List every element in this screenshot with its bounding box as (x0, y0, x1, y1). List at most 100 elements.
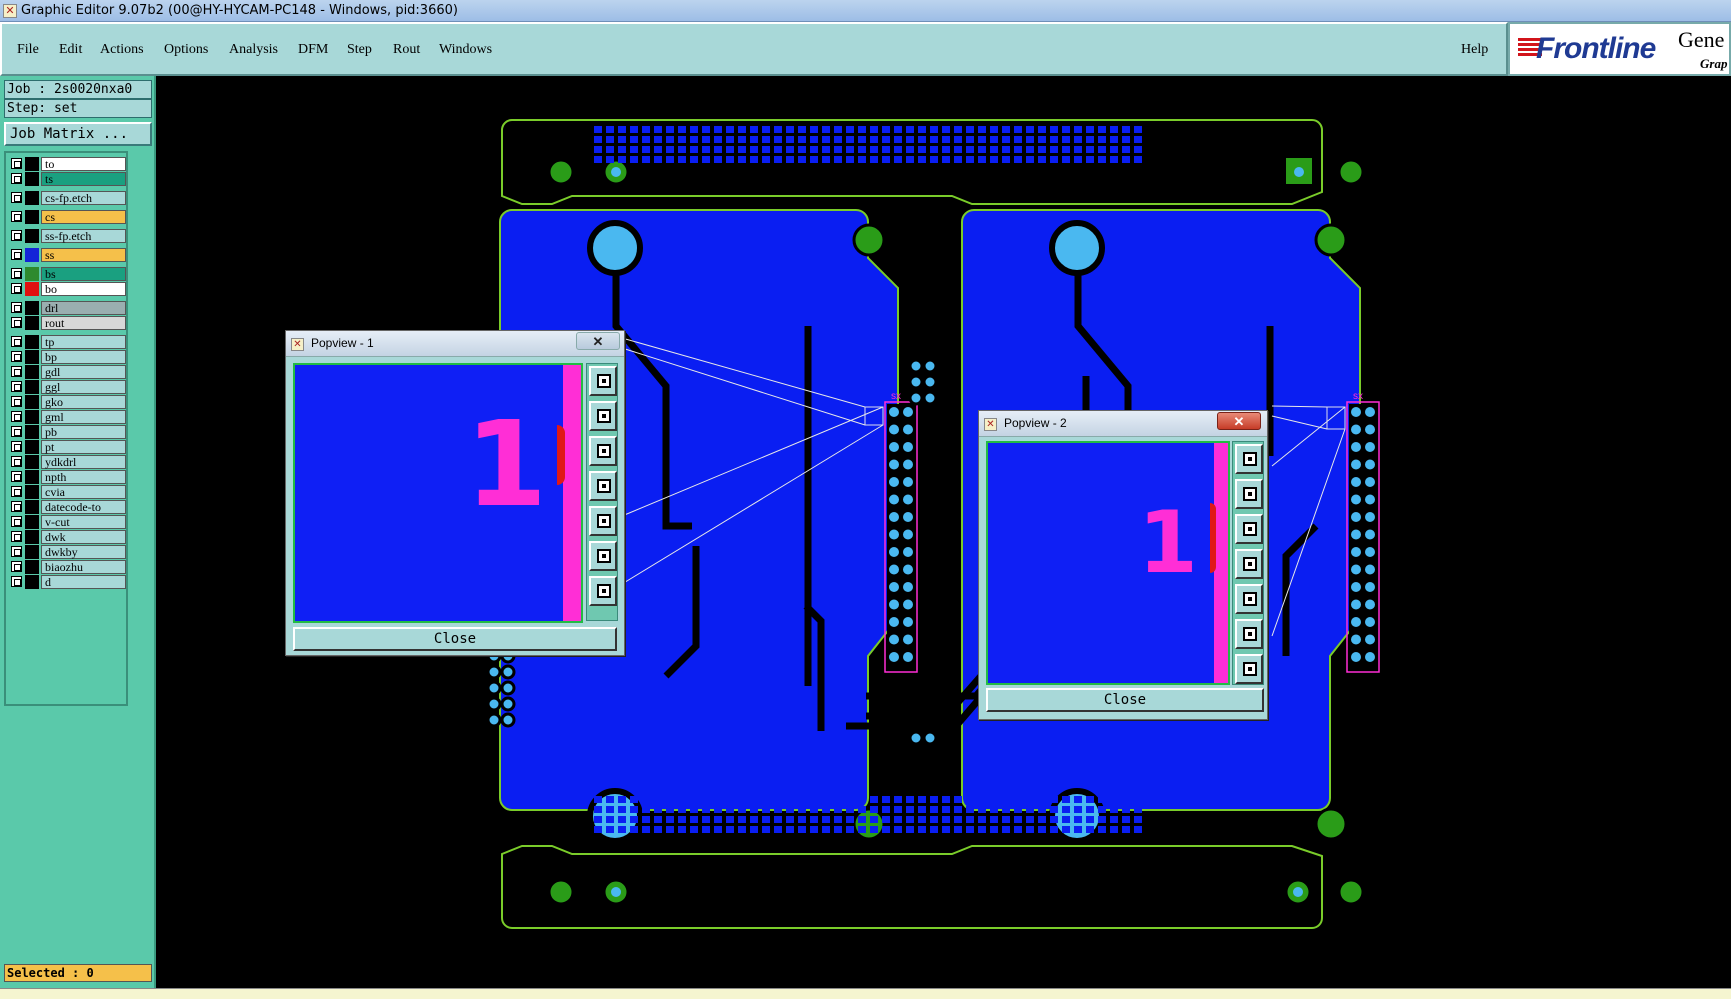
popview-1-close-icon[interactable]: ✕ (576, 332, 620, 350)
layer-name[interactable]: biaozhu (41, 560, 126, 574)
popview-2-view[interactable]: 1 (986, 441, 1230, 685)
layer-name[interactable]: cs-fp.etch (41, 191, 126, 205)
layer-name[interactable]: to (41, 157, 126, 171)
layer-name[interactable]: pb (41, 425, 126, 439)
layer-row[interactable]: rout (8, 316, 128, 330)
layer-checkbox[interactable] (11, 381, 22, 392)
layer-row[interactable]: pt (8, 440, 128, 454)
popview-1-close-button[interactable]: Close (293, 627, 617, 651)
layer-checkbox[interactable] (11, 546, 22, 557)
layer-name[interactable]: pt (41, 440, 126, 454)
layer-name[interactable]: ss-fp.etch (41, 229, 126, 243)
popview-window-2[interactable]: ✕ Popview - 2 ✕ 1 Close (978, 410, 1268, 720)
layer-checkbox[interactable] (11, 456, 22, 467)
layer-checkbox[interactable] (11, 426, 22, 437)
popview-1-titlebar[interactable]: ✕ Popview - 1 ✕ (286, 331, 624, 357)
layer-row[interactable]: pb (8, 425, 128, 439)
popview-2-pan-down-button[interactable] (1235, 514, 1263, 544)
layer-name[interactable]: ydkdrl (41, 455, 126, 469)
menu-help[interactable]: Help (1461, 42, 1488, 58)
layer-name[interactable]: drl (41, 301, 126, 315)
layer-name[interactable]: gml (41, 410, 126, 424)
layer-name[interactable]: v-cut (41, 515, 126, 529)
layer-row[interactable]: d (8, 575, 128, 589)
layer-name[interactable]: ggl (41, 380, 126, 394)
layer-checkbox[interactable] (11, 158, 22, 169)
layer-name[interactable]: rout (41, 316, 126, 330)
menu-options[interactable]: Options (164, 42, 208, 58)
popview-1-pan-up-button[interactable] (589, 401, 617, 431)
layer-checkbox[interactable] (11, 351, 22, 362)
layer-checkbox[interactable] (11, 396, 22, 407)
layer-checkbox[interactable] (11, 211, 22, 222)
layer-row[interactable]: cs-fp.etch (8, 191, 128, 205)
popview-1-zoom-out-button[interactable] (589, 576, 617, 606)
layer-checkbox[interactable] (11, 336, 22, 347)
layer-row[interactable]: bo (8, 282, 128, 296)
popview-2-pan-right-button[interactable] (1235, 584, 1263, 614)
layer-row[interactable]: dwk (8, 530, 128, 544)
layer-name[interactable]: npth (41, 470, 126, 484)
popview-2-titlebar[interactable]: ✕ Popview - 2 ✕ (979, 411, 1267, 437)
popview-window-1[interactable]: ✕ Popview - 1 ✕ 1 Close (285, 330, 625, 656)
menu-rout[interactable]: Rout (393, 42, 420, 58)
layer-row[interactable]: v-cut (8, 515, 128, 529)
popview-1-zoom-home-button[interactable] (589, 366, 617, 396)
popview-1-zoom-in-button[interactable] (589, 541, 617, 571)
layer-row[interactable]: drl (8, 301, 128, 315)
popview-1-pan-down-button[interactable] (589, 436, 617, 466)
layer-row[interactable]: ggl (8, 380, 128, 394)
layer-checkbox[interactable] (11, 441, 22, 452)
layer-checkbox[interactable] (11, 366, 22, 377)
layer-row[interactable]: bp (8, 350, 128, 364)
popview-2-zoom-home-button[interactable] (1235, 444, 1263, 474)
menu-edit[interactable]: Edit (59, 42, 82, 58)
popview-2-zoom-out-button[interactable] (1235, 654, 1263, 684)
layer-checkbox[interactable] (11, 486, 22, 497)
layer-checkbox[interactable] (11, 317, 22, 328)
popview-1-view[interactable]: 1 (293, 363, 583, 623)
layer-row[interactable]: ss (8, 248, 128, 262)
menu-windows[interactable]: Windows (439, 42, 492, 58)
popview-2-zoom-in-button[interactable] (1235, 619, 1263, 649)
layer-checkbox[interactable] (11, 501, 22, 512)
popview-2-close-icon[interactable]: ✕ (1217, 412, 1261, 430)
layer-row[interactable]: ts (8, 172, 128, 186)
menu-dfm[interactable]: DFM (298, 42, 328, 58)
menu-step[interactable]: Step (347, 42, 372, 58)
layer-checkbox[interactable] (11, 249, 22, 260)
popview-1-pan-right-button[interactable] (589, 506, 617, 536)
layer-checkbox[interactable] (11, 531, 22, 542)
layer-name[interactable]: dwkby (41, 545, 126, 559)
layer-checkbox[interactable] (11, 471, 22, 482)
layer-name[interactable]: bs (41, 267, 126, 281)
layer-name[interactable]: cvia (41, 485, 126, 499)
layer-name[interactable]: datecode-to (41, 500, 126, 514)
layer-row[interactable]: ss-fp.etch (8, 229, 128, 243)
layer-checkbox[interactable] (11, 173, 22, 184)
layer-row[interactable]: cs (8, 210, 128, 224)
layer-name[interactable]: gdl (41, 365, 126, 379)
layer-row[interactable]: gdl (8, 365, 128, 379)
popview-2-pan-up-button[interactable] (1235, 479, 1263, 509)
layer-name[interactable]: ss (41, 248, 126, 262)
layer-checkbox[interactable] (11, 516, 22, 527)
layer-row[interactable]: to (8, 157, 128, 171)
layer-row[interactable]: datecode-to (8, 500, 128, 514)
layer-name[interactable]: bp (41, 350, 126, 364)
layer-row[interactable]: tp (8, 335, 128, 349)
layer-row[interactable]: gko (8, 395, 128, 409)
layer-checkbox[interactable] (11, 192, 22, 203)
layer-row[interactable]: dwkby (8, 545, 128, 559)
layer-checkbox[interactable] (11, 411, 22, 422)
layer-row[interactable]: bs (8, 267, 128, 281)
layer-row[interactable]: npth (8, 470, 128, 484)
layer-checkbox[interactable] (11, 268, 22, 279)
layer-row[interactable]: cvia (8, 485, 128, 499)
popview-1-pan-left-button[interactable] (589, 471, 617, 501)
job-matrix-button[interactable]: Job Matrix ... (4, 122, 152, 146)
layer-row[interactable]: ydkdrl (8, 455, 128, 469)
menu-analysis[interactable]: Analysis (229, 42, 278, 58)
layer-name[interactable]: tp (41, 335, 126, 349)
layer-name[interactable]: gko (41, 395, 126, 409)
